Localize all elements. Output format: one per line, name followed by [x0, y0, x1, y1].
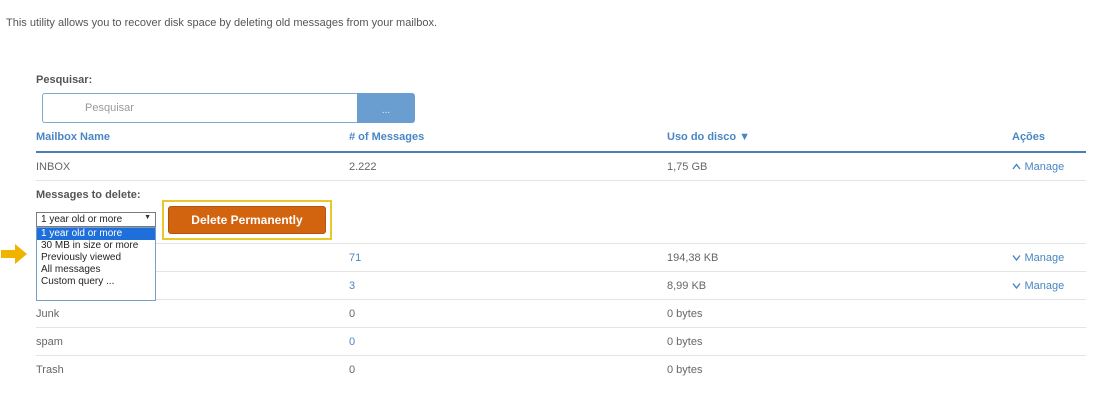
messages-to-delete-label: Messages to delete:	[36, 189, 141, 201]
search-input[interactable]	[42, 93, 358, 123]
delete-permanently-button[interactable]: Delete Permanently	[168, 206, 326, 234]
manage-label: Manage	[1024, 280, 1065, 292]
chevron-down-icon	[1012, 281, 1024, 291]
header-disk-usage[interactable]: Uso do disco ▼	[667, 131, 750, 143]
disk-usage: 1,75 GB	[667, 161, 708, 173]
select-value: 1 year old or more	[41, 214, 123, 225]
delete-criteria-options: 1 year old or more 30 MB in size or more…	[36, 227, 156, 301]
message-count: 0	[349, 308, 356, 320]
header-mailbox-name[interactable]: Mailbox Name	[36, 131, 110, 143]
message-count: 3	[349, 280, 356, 292]
disk-usage: 194,38 KB	[667, 252, 719, 264]
delete-criteria-select[interactable]: 1 year old or more ▼	[36, 212, 156, 227]
search-label: Pesquisar:	[36, 74, 93, 86]
arrow-right-icon	[1, 244, 31, 264]
message-count: 71	[349, 252, 362, 264]
chevron-down-icon	[1012, 253, 1024, 263]
table-row: INBOX 2.222 1,75 GB Manage	[36, 153, 1086, 181]
table-row: 3 8,99 KB Manage	[36, 272, 1086, 300]
table-row: Trash 0 0 bytes	[36, 356, 1086, 384]
mailbox-name: INBOX	[36, 161, 71, 173]
disk-usage: 0 bytes	[667, 364, 703, 376]
option-custom-query[interactable]: Custom query ...	[37, 276, 155, 288]
manage-link[interactable]: Manage	[1012, 161, 1064, 173]
delete-panel: Messages to delete: 1 year old or more ▼…	[36, 181, 1086, 301]
dropdown-arrow-icon: ▼	[144, 214, 151, 221]
option-previously-viewed[interactable]: Previously viewed	[37, 252, 155, 264]
disk-usage: 8,99 KB	[667, 280, 707, 292]
manage-link[interactable]: Manage	[1012, 252, 1064, 264]
mailbox-name: spam	[36, 336, 63, 348]
header-message-count[interactable]: # of Messages	[349, 131, 424, 143]
header-actions: Ações	[1012, 131, 1046, 143]
mailbox-name: Junk	[36, 308, 60, 320]
search-button[interactable]: ...	[357, 93, 415, 123]
disk-usage: 0 bytes	[667, 308, 703, 320]
disk-usage: 0 bytes	[667, 336, 703, 348]
mailbox-name: Trash	[36, 364, 64, 376]
manage-label: Manage	[1024, 252, 1065, 264]
message-count: 2.222	[349, 161, 377, 173]
message-count: 0	[349, 364, 356, 376]
table-row: Junk 0 0 bytes	[36, 300, 1086, 328]
table-row: 71 194,38 KB Manage	[36, 244, 1086, 272]
table-row: spam 0 0 bytes	[36, 328, 1086, 356]
manage-label: Manage	[1024, 161, 1065, 173]
message-count: 0	[349, 336, 356, 348]
chevron-up-icon	[1012, 162, 1024, 172]
option-30mb[interactable]: 30 MB in size or more	[37, 240, 155, 252]
option-1-year[interactable]: 1 year old or more	[37, 228, 155, 240]
delete-button-highlight: Delete Permanently	[162, 200, 332, 240]
manage-link[interactable]: Manage	[1012, 280, 1064, 292]
option-all-messages[interactable]: All messages	[37, 264, 155, 276]
intro-text: This utility allows you to recover disk …	[6, 17, 438, 29]
